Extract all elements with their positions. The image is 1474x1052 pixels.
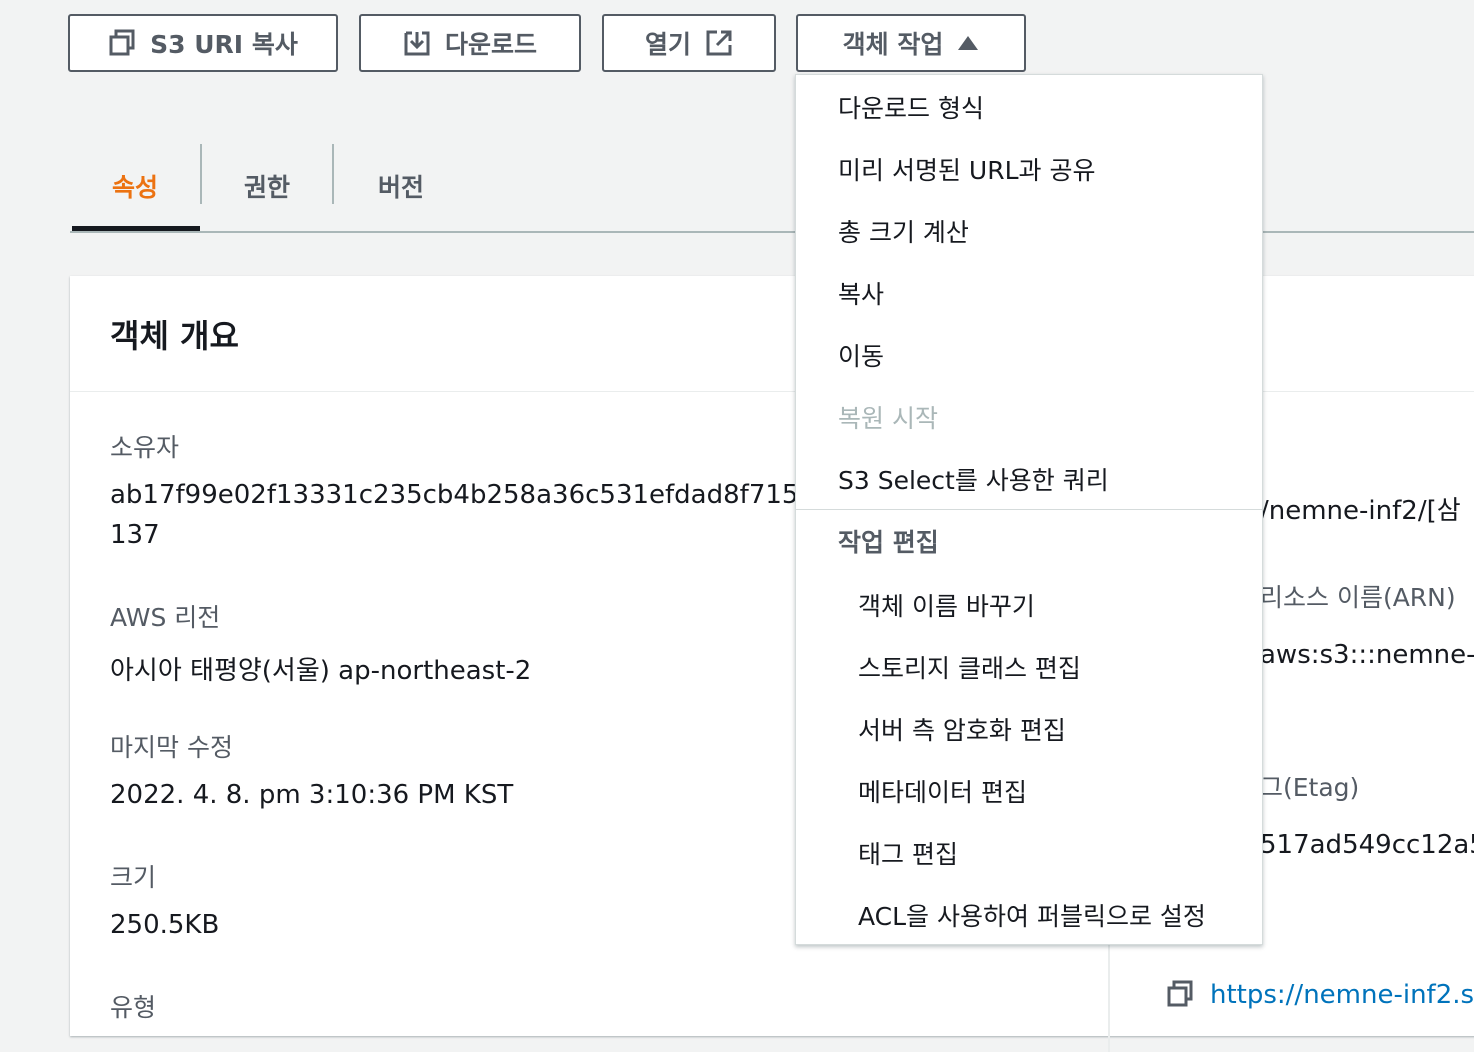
owner-value-line2: 137 [110,520,160,550]
size-label: 크기 [110,863,157,892]
menu-item-move[interactable]: 이동 [838,337,884,373]
object-actions-button[interactable]: 객체 작업 [796,14,1026,72]
object-url-link[interactable]: https://nemne-inf2.s [1210,980,1474,1010]
arn-label: 리소스 이름(ARN) [1260,583,1456,612]
tab-properties[interactable]: 속성 [70,140,200,232]
download-button[interactable]: 다운로드 [359,14,581,72]
caret-up-icon [957,34,979,52]
menu-group-edit-actions: 작업 편집 [838,528,939,557]
download-icon [403,29,431,57]
open-label: 열기 [644,30,691,59]
last-modified-value: 2022. 4. 8. pm 3:10:36 PM KST [110,780,514,810]
etag-label: 그(Etag) [1260,773,1360,802]
panel-title: 객체 개요 [70,276,1474,392]
tab-permissions[interactable]: 권한 [202,140,332,232]
object-actions-label: 객체 작업 [842,30,944,59]
region-label: AWS 리전 [110,603,221,632]
copy-icon [108,29,136,57]
size-value: 250.5KB [110,910,220,940]
object-actions-menu: 다운로드 형식 미리 서명된 URL과 공유 총 크기 계산 복사 이동 복원 … [795,74,1263,945]
tab-bar: 속성 권한 버전 [70,140,1474,234]
open-button[interactable]: 열기 [602,14,776,72]
external-link-icon [705,29,733,57]
menu-item-edit-encryption[interactable]: 서버 측 암호화 편집 [858,711,1066,747]
owner-label: 소유자 [110,433,180,462]
object-overview-panel: 객체 개요 소유자 ab17f99e02f13331c235cb4b258a36… [70,276,1474,1052]
s3-uri-value: /nemne-inf2/[삼 [1260,496,1461,526]
menu-item-download-as[interactable]: 다운로드 형식 [838,89,984,125]
menu-item-edit-storage-class[interactable]: 스토리지 클래스 편집 [858,649,1081,685]
tabs-baseline [70,231,1474,233]
menu-item-copy[interactable]: 복사 [838,275,884,311]
copy-s3-uri-button[interactable]: S3 URI 복사 [68,14,338,72]
copy-s3-uri-label: S3 URI 복사 [150,30,298,59]
menu-item-query-s3-select[interactable]: S3 Select를 사용한 쿼리 [838,461,1109,497]
menu-item-share-presigned-url[interactable]: 미리 서명된 URL과 공유 [838,151,1095,187]
menu-item-edit-metadata[interactable]: 메타데이터 편집 [858,773,1027,809]
active-tab-indicator [72,226,200,231]
owner-value-line1: ab17f99e02f13331c235cb4b258a36c531efdad8… [110,480,799,510]
menu-item-initiate-restore: 복원 시작 [838,404,938,433]
etag-value: 517ad549cc12a5 [1260,830,1474,860]
last-modified-label: 마지막 수정 [110,733,233,762]
region-value: 아시아 태평양(서울) ap-northeast-2 [110,656,532,686]
menu-item-edit-tags[interactable]: 태그 편집 [858,835,958,871]
download-label: 다운로드 [444,30,537,59]
menu-item-rename-object[interactable]: 객체 이름 바꾸기 [858,587,1035,623]
menu-item-calculate-total-size[interactable]: 총 크기 계산 [838,213,969,249]
type-label: 유형 [110,993,157,1022]
menu-divider [796,509,1262,510]
tab-versions[interactable]: 버전 [334,140,468,232]
copy-icon[interactable] [1166,980,1194,1012]
arn-value: aws:s3:::nemne-i [1260,640,1474,670]
menu-item-make-public-acl[interactable]: ACL을 사용하여 퍼블릭으로 설정 [858,897,1206,933]
